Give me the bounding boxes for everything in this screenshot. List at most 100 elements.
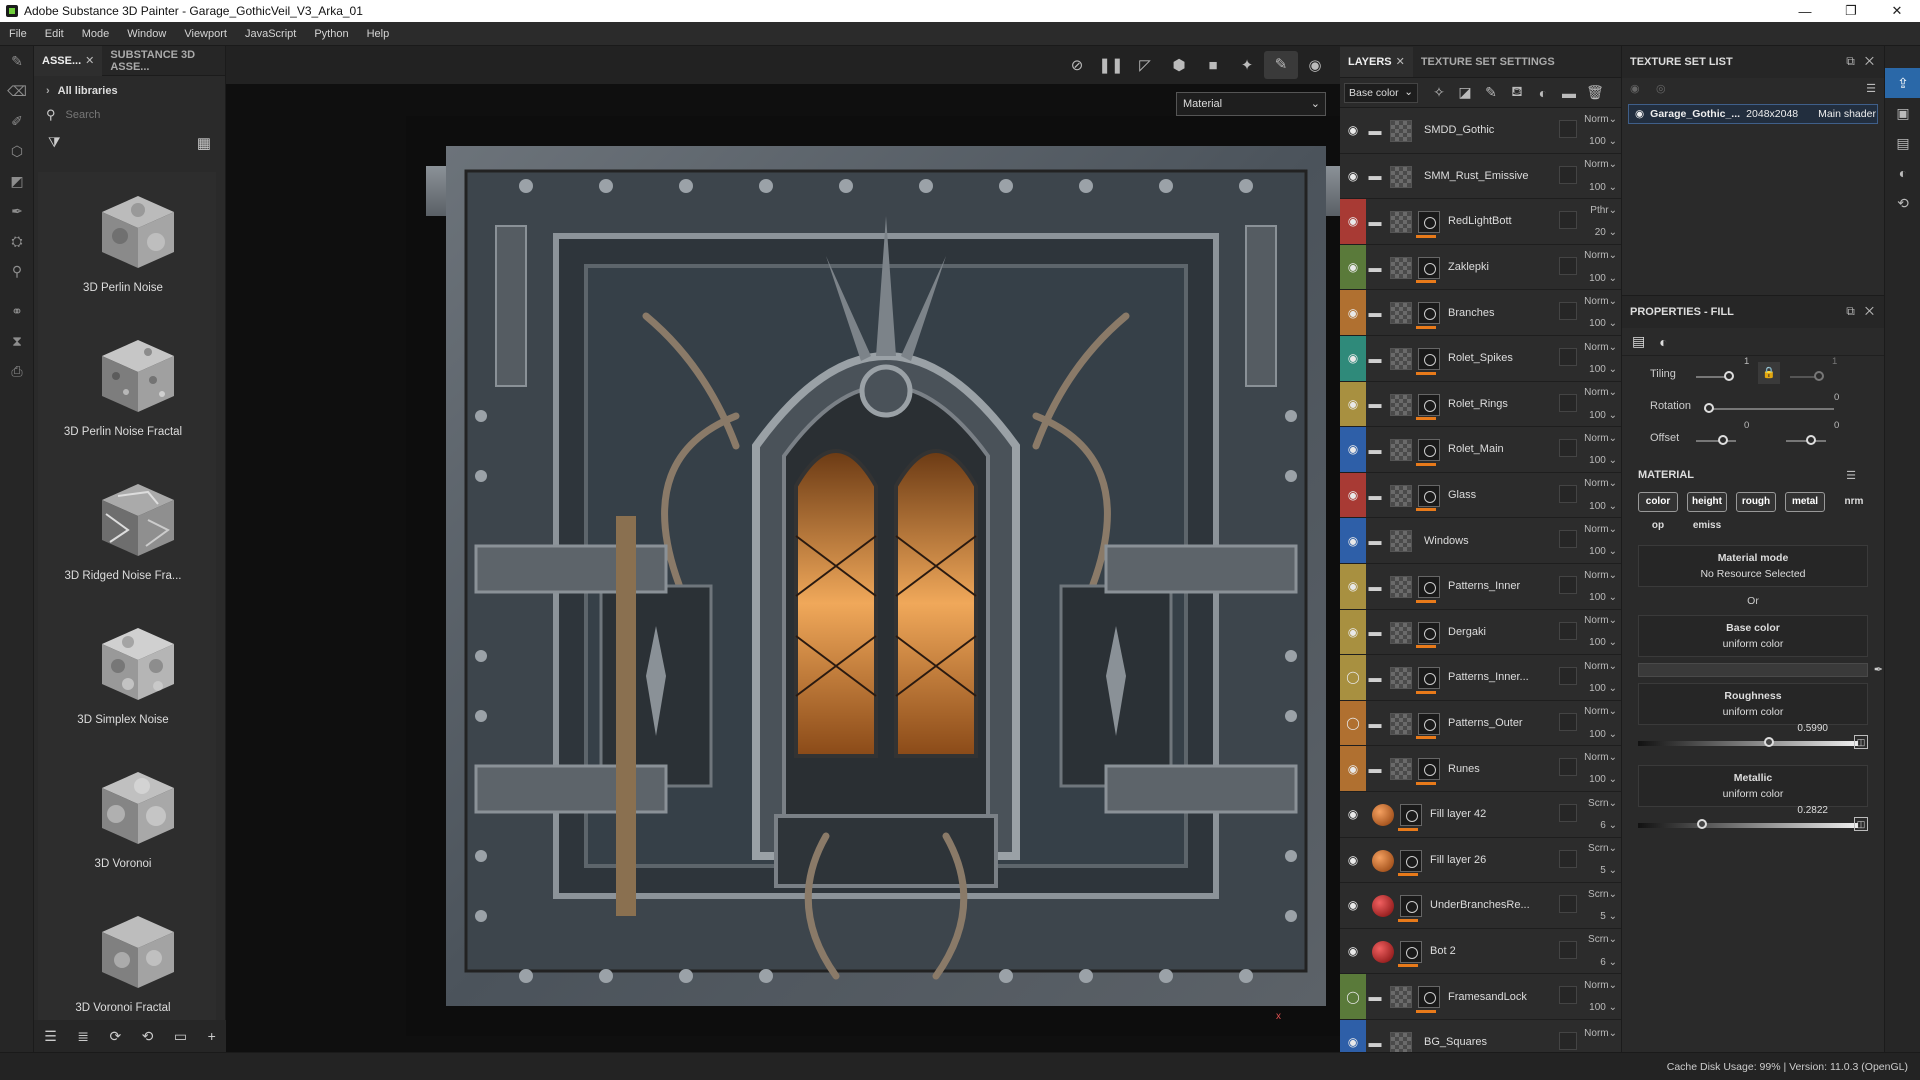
- mask-thumbnail[interactable]: [1418, 712, 1440, 735]
- opacity-value[interactable]: 100 ⌄: [1583, 273, 1617, 284]
- folder-icon[interactable]: ▬: [1366, 746, 1384, 791]
- channel-select[interactable]: Base color ⌄: [1344, 82, 1418, 103]
- layer-row[interactable]: ◉ ▬ RedLightBott Pthr⌄ 20 ⌄: [1340, 199, 1621, 245]
- opacity-value[interactable]: 100 ⌄: [1583, 729, 1617, 740]
- layer-select-checkbox[interactable]: [1559, 940, 1577, 959]
- layer-select-checkbox[interactable]: [1559, 302, 1577, 321]
- eye-icon[interactable]: ◎: [1656, 82, 1666, 95]
- blend-mode[interactable]: Norm⌄: [1583, 524, 1617, 535]
- mask-thumbnail[interactable]: [1418, 211, 1440, 234]
- layer-select-checkbox[interactable]: [1559, 575, 1577, 594]
- add-fill-layer-icon[interactable]: ⛾: [1504, 83, 1530, 102]
- blend-controls[interactable]: Norm⌄ 100 ⌄: [1583, 245, 1621, 290]
- layer-row[interactable]: ◉ ▬ Rolet_Spikes Norm⌄ 100 ⌄: [1340, 335, 1621, 382]
- blend-mode[interactable]: Norm⌄: [1583, 478, 1617, 489]
- geometry-mask-icon[interactable]: ⬡: [0, 136, 34, 166]
- blend-controls[interactable]: Norm⌄ 100 ⌄: [1583, 610, 1621, 655]
- metallic-slider[interactable]: 0.2822 ◫: [1638, 805, 1868, 837]
- display-settings-icon[interactable]: ◐: [1885, 158, 1920, 188]
- layer-row[interactable]: ◉ ▬ Dergaki Norm⌄ 100 ⌄: [1340, 609, 1621, 656]
- eraser-icon[interactable]: ⌫: [0, 76, 34, 106]
- export-icon[interactable]: ⎙: [0, 356, 34, 386]
- layer-row[interactable]: ◉ ▬ Branches Norm⌄ 100 ⌄: [1340, 290, 1621, 336]
- blend-controls[interactable]: Scrn⌄ 5 ⌄: [1583, 883, 1621, 928]
- close-icon[interactable]: ✕: [1396, 55, 1405, 68]
- opacity-value[interactable]: 100 ⌄: [1583, 774, 1617, 785]
- blend-mode[interactable]: Norm⌄: [1583, 342, 1617, 353]
- opacity-value[interactable]: 100 ⌄: [1583, 683, 1617, 694]
- folder-icon[interactable]: ▭: [174, 1028, 187, 1045]
- channel-chip-color[interactable]: color: [1638, 492, 1678, 512]
- blend-mode[interactable]: Scrn⌄: [1583, 843, 1617, 854]
- menu-python[interactable]: Python: [305, 28, 357, 40]
- lock-icon[interactable]: 🔒: [1758, 362, 1780, 384]
- brush-mode-icon[interactable]: ✎: [1264, 51, 1298, 79]
- eye-icon[interactable]: ◉: [1340, 883, 1366, 928]
- folder-icon[interactable]: ▬: [1366, 336, 1384, 381]
- folder-icon[interactable]: ▬: [1366, 473, 1384, 518]
- layer-select-checkbox[interactable]: [1559, 530, 1577, 549]
- share-icon[interactable]: ⇪: [1885, 68, 1920, 98]
- eye-icon[interactable]: ◉: [1635, 108, 1644, 120]
- layer-row[interactable]: ◉ Fill layer 26 Scrn⌄ 5 ⌄: [1340, 837, 1621, 884]
- blend-mode[interactable]: Norm⌄: [1583, 114, 1617, 125]
- mask-thumbnail[interactable]: [1418, 439, 1440, 462]
- view-2d-icon[interactable]: ◸: [1128, 56, 1162, 74]
- folder-icon[interactable]: ▬: [1366, 655, 1384, 700]
- layer-select-checkbox[interactable]: [1559, 895, 1577, 914]
- menu-javascript[interactable]: JavaScript: [236, 28, 305, 40]
- hide-icon[interactable]: ⊘: [1060, 56, 1094, 74]
- blend-mode[interactable]: Norm⌄: [1583, 1028, 1617, 1039]
- mask-thumbnail[interactable]: [1400, 940, 1422, 963]
- layer-select-checkbox[interactable]: [1559, 347, 1577, 366]
- opacity-value[interactable]: 6 ⌄: [1583, 957, 1617, 968]
- eye-icon[interactable]: ◉: [1340, 928, 1366, 974]
- measure-icon[interactable]: ⚭: [0, 296, 34, 326]
- uv-settings-icon[interactable]: ▤: [1632, 333, 1645, 350]
- layer-row[interactable]: ◉ ▬ Rolet_Main Norm⌄ 100 ⌄: [1340, 427, 1621, 473]
- layer-row[interactable]: ◉ ▬ Rolet_Rings Norm⌄ 100 ⌄: [1340, 381, 1621, 428]
- folder-icon[interactable]: ▬: [1366, 199, 1384, 244]
- blend-controls[interactable]: Norm⌄ 100 ⌄: [1583, 974, 1621, 1019]
- history-icon[interactable]: ⟲: [142, 1028, 154, 1045]
- mask-thumbnail[interactable]: [1418, 758, 1440, 781]
- paint-brush-icon[interactable]: ✎: [0, 46, 34, 76]
- channel-chip-nrm[interactable]: nrm: [1834, 493, 1874, 513]
- layer-select-checkbox[interactable]: [1559, 667, 1577, 686]
- roughness-slider[interactable]: 0.5990 ◫: [1638, 723, 1868, 755]
- eye-icon[interactable]: ◉: [1340, 427, 1366, 472]
- layer-select-checkbox[interactable]: [1559, 712, 1577, 731]
- close-icon[interactable]: ⧉ ✕: [1846, 54, 1874, 69]
- layer-select-checkbox[interactable]: [1559, 120, 1577, 138]
- folder-icon[interactable]: ▬: [1366, 290, 1384, 335]
- layer-row[interactable]: ◯ ▬ FramesandLock Norm⌄ 100 ⌄: [1340, 974, 1621, 1020]
- layer-select-checkbox[interactable]: [1559, 484, 1577, 503]
- tab-texture-set-settings[interactable]: TEXTURE SET SETTINGS: [1413, 47, 1563, 77]
- layer-select-checkbox[interactable]: [1559, 439, 1577, 458]
- opacity-value[interactable]: 100 ⌄: [1583, 592, 1617, 603]
- mask-thumbnail[interactable]: [1418, 986, 1440, 1009]
- camera-icon[interactable]: ■: [1196, 57, 1230, 74]
- add-smart-material-icon[interactable]: ◐: [1530, 85, 1556, 101]
- layer-select-checkbox[interactable]: [1559, 165, 1577, 184]
- eye-icon[interactable]: ◉: [1340, 153, 1366, 199]
- blend-controls[interactable]: Scrn⌄ 6 ⌄: [1583, 792, 1621, 837]
- library-selector[interactable]: › All libraries: [34, 80, 225, 102]
- texture-set-list-icon[interactable]: ▣: [1885, 98, 1920, 128]
- folder-icon[interactable]: ▬: [1366, 427, 1384, 472]
- eye-icon[interactable]: ◉: [1340, 290, 1366, 335]
- layer-row[interactable]: ◉ ▬ SMM_Rust_Emissive Norm⌄ 100 ⌄: [1340, 153, 1621, 200]
- channel-chip-metal[interactable]: metal: [1785, 492, 1825, 512]
- polygon-fill-icon[interactable]: ◩: [0, 166, 34, 196]
- opacity-value[interactable]: 5 ⌄: [1583, 865, 1617, 876]
- eye-icon[interactable]: ◉: [1340, 746, 1366, 791]
- mask-thumbnail[interactable]: [1418, 575, 1440, 598]
- projection-icon[interactable]: ✐: [0, 106, 34, 136]
- screenshot-icon[interactable]: ◉: [1298, 56, 1332, 74]
- layer-row[interactable]: ◯ ▬ Patterns_Inner... Norm⌄ 100 ⌄: [1340, 655, 1621, 701]
- rotation-slider[interactable]: Rotation 0: [1622, 388, 1884, 420]
- close-icon[interactable]: ✕: [85, 54, 94, 67]
- tiling-slider[interactable]: Tiling 1 🔒 1: [1622, 356, 1884, 388]
- layer-select-checkbox[interactable]: [1559, 986, 1577, 1005]
- eye-icon[interactable]: ◉: [1340, 518, 1366, 563]
